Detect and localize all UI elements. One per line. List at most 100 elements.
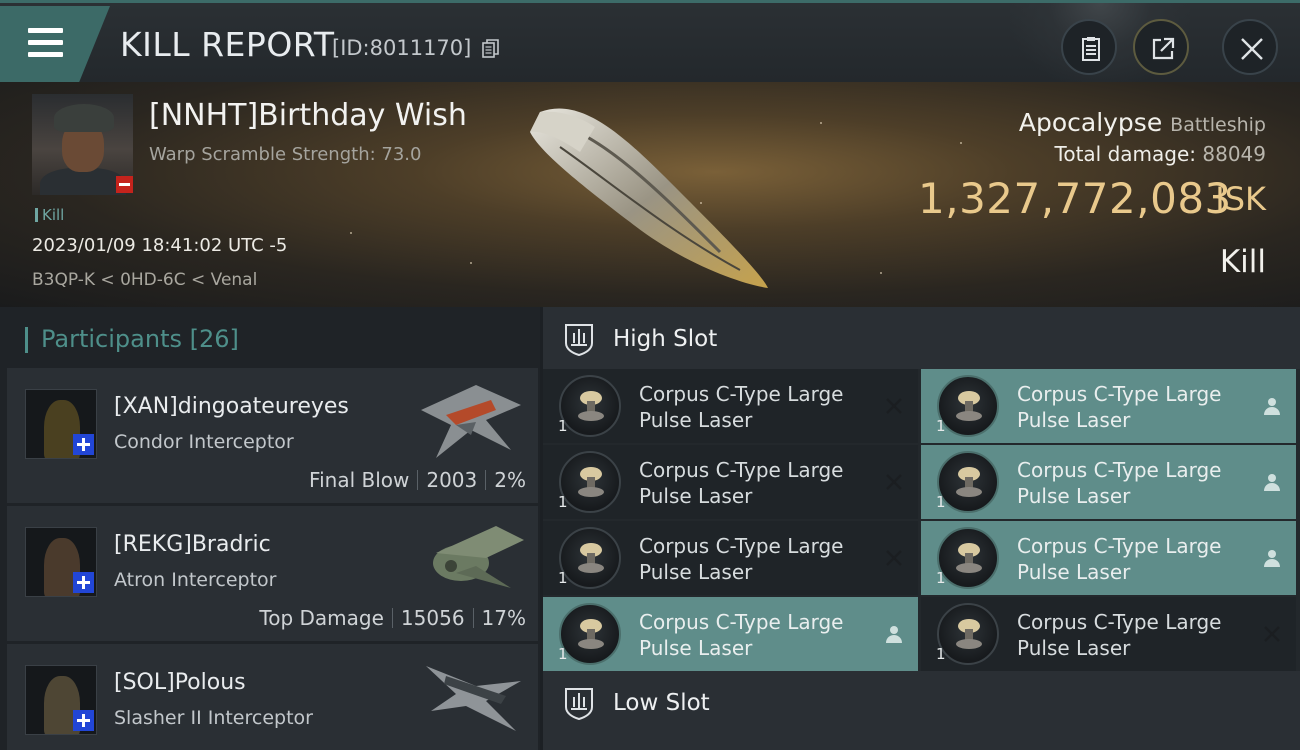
module-quantity: 1 — [936, 417, 946, 435]
victim-ship-class: Battleship — [1170, 114, 1266, 136]
module-name: Corpus C-Type Large Pulse Laser — [639, 382, 844, 432]
share-button[interactable] — [1133, 19, 1189, 75]
pulse-laser-icon — [937, 603, 999, 665]
module-name: Corpus C-Type Large Pulse Laser — [1017, 458, 1222, 508]
participant-name: [REKG]Bradric — [114, 532, 271, 557]
isk-unit: ISK — [1215, 180, 1266, 218]
victim-ship-image[interactable] — [520, 92, 780, 292]
participants-header: Participants [26] — [25, 325, 239, 353]
pulse-laser-icon — [937, 375, 999, 437]
close-icon — [1241, 38, 1263, 60]
dropped-person-icon — [1264, 474, 1280, 491]
module-quantity: 1 — [558, 493, 568, 511]
participant-card[interactable]: [REKG]Bradric Atron Interceptor Top Dama… — [7, 506, 538, 641]
low-slot-label: Low Slot — [613, 690, 710, 716]
module-slot[interactable]: 1 Corpus C-Type Large Pulse Laser — [543, 521, 918, 595]
kill-datetime: 2023/01/09 18:41:02 UTC -5 — [32, 235, 288, 256]
kill-location[interactable]: B3QP-K < 0HD-6C < Venal — [32, 270, 257, 290]
clipboard-button[interactable] — [1061, 19, 1117, 75]
participant-ship-image — [421, 385, 521, 458]
participant-ship: Atron Interceptor — [114, 569, 277, 591]
low-slot-icon — [565, 688, 593, 721]
pulse-laser-icon — [937, 527, 999, 589]
menu-icon — [28, 28, 63, 33]
clipboard-icon — [1082, 37, 1100, 61]
destroyed-x-icon — [1264, 626, 1280, 642]
module-name: Corpus C-Type Large Pulse Laser — [1017, 610, 1222, 660]
module-quantity: 1 — [558, 417, 568, 435]
dropped-person-icon — [1264, 550, 1280, 567]
module-quantity: 1 — [558, 569, 568, 587]
module-slot[interactable]: 1 Corpus C-Type Large Pulse Laser — [543, 597, 918, 671]
participant-stats: Top Damage 15056 17% — [259, 606, 526, 630]
participant-stats: Final Blow 2003 2% — [309, 468, 526, 492]
participant-percent: 2% — [494, 468, 526, 492]
module-slot[interactable]: 1 Corpus C-Type Large Pulse Laser — [543, 369, 918, 443]
pulse-laser-icon — [937, 451, 999, 513]
module-slot[interactable]: 1 Corpus C-Type Large Pulse Laser — [921, 369, 1296, 443]
participant-role: Top Damage — [259, 606, 384, 630]
participant-percent: 17% — [481, 606, 526, 630]
destroyed-x-icon — [886, 550, 902, 566]
participants-count: [26] — [189, 325, 239, 353]
module-name: Corpus C-Type Large Pulse Laser — [639, 534, 844, 584]
total-damage-value: 88049 — [1202, 142, 1266, 166]
participant-name: [SOL]Polous — [114, 670, 246, 695]
total-damage: Total damage: 88049 — [1054, 142, 1266, 166]
page-title: KILL REPORT — [120, 25, 335, 64]
module-quantity: 1 — [558, 645, 568, 663]
participant-card[interactable]: [SOL]Polous Slasher II Interceptor — [7, 644, 538, 750]
module-quantity: 1 — [936, 493, 946, 511]
module-quantity: 1 — [936, 645, 946, 663]
module-quantity: 1 — [936, 569, 946, 587]
participant-role: Final Blow — [309, 468, 410, 492]
participant-ship-image — [426, 666, 521, 731]
victim-name[interactable]: [NNHT]Birthday Wish — [149, 98, 467, 133]
pulse-laser-icon — [559, 603, 621, 665]
participant-damage: 2003 — [426, 468, 478, 492]
standing-minus-badge — [116, 176, 133, 193]
participant-ship: Slasher II Interceptor — [114, 707, 313, 729]
standing-plus-badge — [73, 434, 94, 455]
participants-panel: Participants [26] [XAN]dingoateureyes Co… — [0, 307, 540, 750]
copy-icon[interactable] — [482, 39, 500, 59]
module-name: Corpus C-Type Large Pulse Laser — [639, 610, 844, 660]
participant-card[interactable]: [XAN]dingoateureyes Condor Interceptor F… — [7, 368, 538, 503]
pulse-laser-icon — [559, 451, 621, 513]
title-bar: KILL REPORT [ID:8011170] — [0, 0, 1300, 85]
pulse-laser-icon — [559, 527, 621, 589]
standing-plus-badge — [73, 572, 94, 593]
module-slot[interactable]: 1 Corpus C-Type Large Pulse Laser — [921, 521, 1296, 595]
dropped-person-icon — [886, 626, 902, 643]
share-icon — [1152, 37, 1175, 60]
low-slot-header: Low Slot — [543, 671, 1300, 733]
module-name: Corpus C-Type Large Pulse Laser — [1017, 382, 1222, 432]
high-slot-label: High Slot — [613, 326, 718, 352]
victim-banner: [NNHT]Birthday Wish Warp Scramble Streng… — [0, 82, 1300, 307]
low-slot-module-row[interactable] — [543, 732, 1300, 750]
participant-ship: Condor Interceptor — [114, 431, 294, 453]
destroyed-x-icon — [886, 398, 902, 414]
high-slot-header: High Slot — [543, 307, 1300, 369]
module-slot[interactable]: 1 Corpus C-Type Large Pulse Laser — [921, 597, 1296, 671]
result-label: Kill — [1219, 244, 1266, 280]
module-name: Corpus C-Type Large Pulse Laser — [1017, 534, 1222, 584]
menu-button[interactable] — [0, 6, 110, 82]
participant-damage: 15056 — [400, 606, 465, 630]
destroyed-x-icon — [886, 474, 902, 490]
high-slot-icon — [565, 324, 593, 357]
module-slot[interactable]: 1 Corpus C-Type Large Pulse Laser — [543, 445, 918, 519]
warp-scramble-strength: Warp Scramble Strength: 73.0 — [149, 144, 422, 165]
report-id: [ID:8011170] — [332, 36, 472, 60]
module-slot[interactable]: 1 Corpus C-Type Large Pulse Laser — [921, 445, 1296, 519]
victim-ship-name[interactable]: Apocalypse Battleship — [1019, 108, 1266, 137]
participant-ship-image — [433, 526, 524, 588]
isk-value: 1,327,772,083 — [918, 174, 1232, 223]
participant-name: [XAN]dingoateureyes — [114, 394, 349, 419]
standing-plus-badge — [73, 710, 94, 731]
pulse-laser-icon — [559, 375, 621, 437]
module-name: Corpus C-Type Large Pulse Laser — [639, 458, 844, 508]
close-button[interactable] — [1222, 19, 1278, 75]
dropped-person-icon — [1264, 398, 1280, 415]
kill-tag: Kill — [35, 206, 64, 224]
